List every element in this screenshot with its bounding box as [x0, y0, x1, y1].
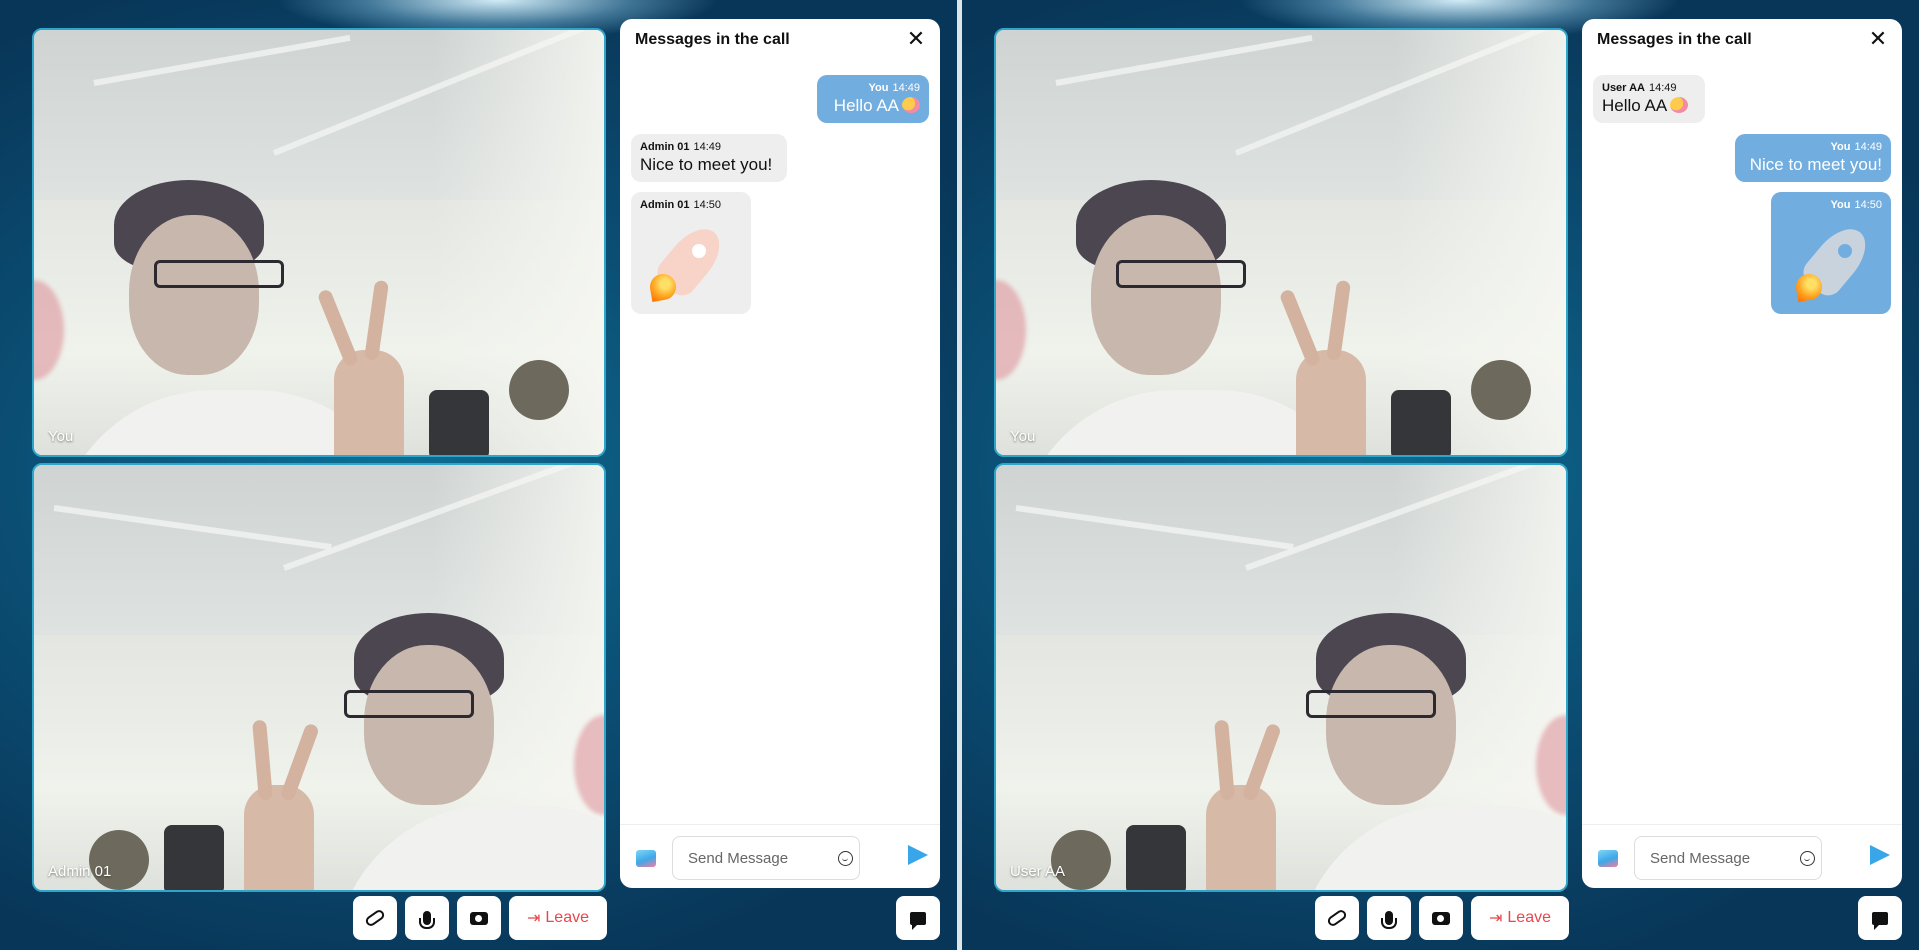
message-sender: You: [868, 82, 889, 94]
chat-toggle-button[interactable]: [1858, 896, 1902, 940]
microphone-icon: [419, 911, 435, 929]
video-feed: [996, 465, 1566, 890]
chat-icon: [910, 911, 926, 930]
call-window-right: You User AA Messages in the call ✕ User …: [962, 0, 1919, 950]
microphone-button[interactable]: [1367, 896, 1411, 940]
chat-panel: Messages in the call ✕ User AA 14:49 Hell…: [1582, 19, 1902, 888]
emoji-icon[interactable]: [1800, 851, 1815, 866]
image-upload-icon[interactable]: [1598, 850, 1618, 867]
camera-button[interactable]: [1419, 896, 1463, 940]
chat-icon: [1872, 911, 1888, 930]
message-bubble: Admin 01 14:49 Nice to meet you!: [631, 134, 787, 182]
camera-icon: [1432, 911, 1450, 925]
chat-composer: [1582, 824, 1902, 888]
send-icon[interactable]: [908, 845, 928, 865]
message-input[interactable]: [1634, 836, 1822, 880]
message-text: Nice to meet you!: [640, 155, 773, 174]
camera-icon: [470, 911, 488, 925]
chat-header: Messages in the call ✕: [1582, 19, 1902, 65]
call-window-left: You Admin 01 Messages in the call ✕ You …: [0, 0, 957, 950]
leave-button[interactable]: ⇥ Leave: [509, 896, 607, 940]
message-bubble: You 14:49 Nice to meet you!: [1735, 134, 1891, 182]
message-time: 14:49: [892, 82, 920, 94]
chat-toggle-button[interactable]: [896, 896, 940, 940]
message-bubble: Admin 01 14:50: [631, 192, 751, 314]
message-input[interactable]: [672, 836, 860, 880]
chat-header: Messages in the call ✕: [620, 19, 940, 65]
rocket-sticker-icon: [640, 216, 736, 308]
message-time: 14:49: [693, 141, 722, 153]
video-feed: [34, 465, 604, 890]
message-bubble: You 14:50: [1771, 192, 1891, 314]
message-text: Nice to meet you!: [1749, 155, 1882, 174]
link-icon: [363, 908, 387, 928]
message-sender: User AA: [1602, 82, 1645, 94]
message-text: Hello AA: [833, 96, 899, 115]
message-time: 14:49: [1854, 141, 1882, 153]
video-tile-self[interactable]: You: [32, 28, 606, 457]
video-tile-remote[interactable]: Admin 01: [32, 463, 606, 892]
smiling-face-with-hearts-icon: [1670, 97, 1689, 113]
rocket-sticker-icon: [1786, 216, 1882, 308]
message-sender: You: [1830, 141, 1851, 153]
leave-icon: ⇥: [1489, 910, 1503, 927]
camera-button[interactable]: [457, 896, 501, 940]
message-bubble: User AA 14:49 Hello AA: [1593, 75, 1705, 123]
video-feed: [34, 30, 604, 455]
message-time: 14:50: [693, 199, 722, 211]
participant-name: You: [48, 428, 74, 445]
microphone-icon: [1381, 911, 1397, 929]
screen: You Admin 01 Messages in the call ✕ You …: [0, 0, 1919, 950]
close-icon[interactable]: ✕: [904, 28, 928, 52]
smiling-face-with-hearts-icon: [902, 97, 920, 113]
chat-composer: [620, 824, 940, 888]
video-tile-self[interactable]: You: [994, 28, 1568, 457]
message-sender: You: [1830, 199, 1851, 211]
participant-name: User AA: [1010, 863, 1066, 880]
microphone-button[interactable]: [405, 896, 449, 940]
chat-title: Messages in the call: [1597, 31, 1752, 48]
chat-title: Messages in the call: [635, 31, 790, 48]
send-icon[interactable]: [1870, 845, 1890, 865]
leave-label: Leave: [545, 909, 589, 926]
message-sender: Admin 01: [640, 141, 690, 153]
copy-link-button[interactable]: [1315, 896, 1359, 940]
message-text: Hello AA: [1602, 96, 1668, 115]
image-upload-icon[interactable]: [636, 850, 656, 867]
leave-icon: ⇥: [527, 910, 541, 927]
leave-label: Leave: [1507, 909, 1551, 926]
emoji-icon[interactable]: [838, 851, 853, 866]
message-sender: Admin 01: [640, 199, 690, 211]
participant-name: Admin 01: [48, 863, 112, 880]
copy-link-button[interactable]: [353, 896, 397, 940]
video-tile-remote[interactable]: User AA: [994, 463, 1568, 892]
message-bubble: You 14:49 Hello AA: [817, 75, 929, 123]
participant-name: You: [1010, 428, 1036, 445]
link-icon: [1325, 908, 1349, 928]
message-time: 14:49: [1649, 82, 1677, 94]
leave-button[interactable]: ⇥ Leave: [1471, 896, 1569, 940]
chat-panel: Messages in the call ✕ You 14:49 Hello AA…: [620, 19, 940, 888]
message-time: 14:50: [1854, 199, 1882, 211]
close-icon[interactable]: ✕: [1866, 28, 1890, 52]
video-feed: [996, 30, 1566, 455]
